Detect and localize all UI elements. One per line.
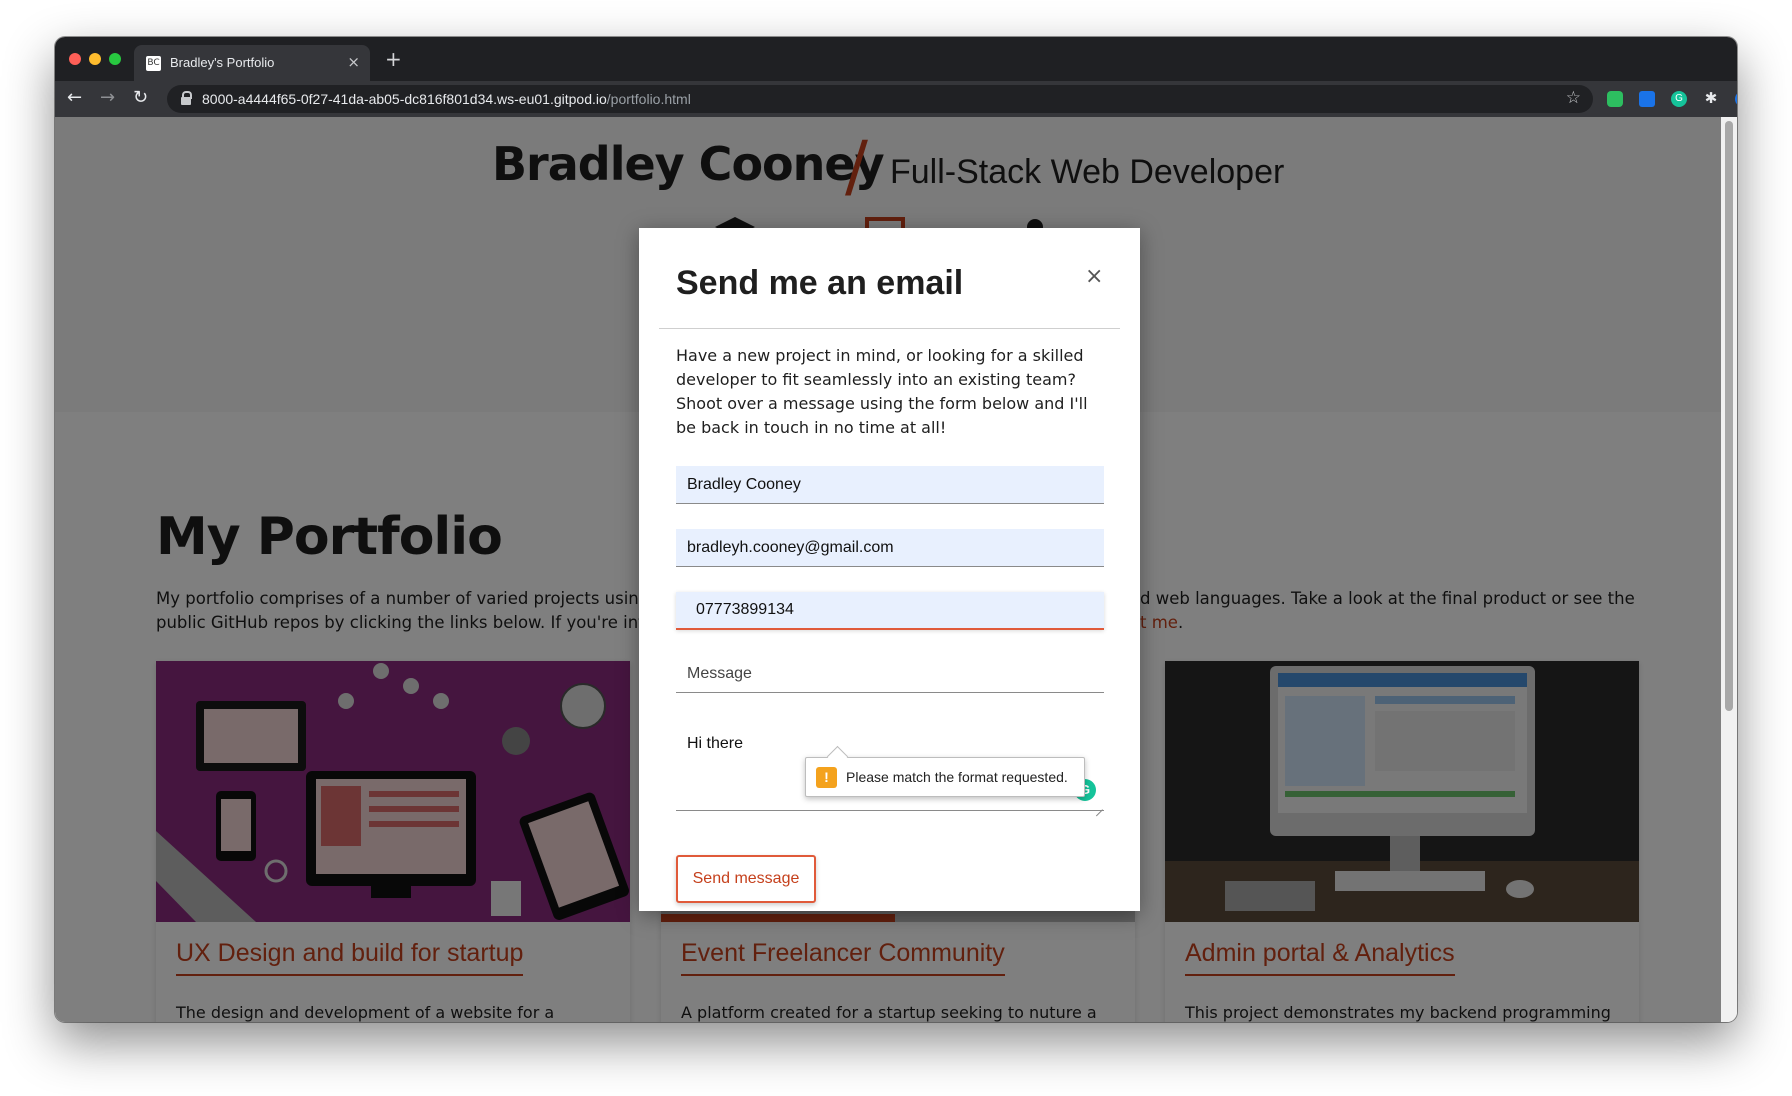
send-message-button[interactable]: Send message bbox=[676, 855, 816, 903]
reload-icon[interactable]: ↻ bbox=[133, 87, 148, 108]
validation-tooltip: ! Please match the format requested. bbox=[805, 757, 1085, 797]
name-field[interactable] bbox=[676, 466, 1104, 504]
favicon-icon: BC bbox=[146, 56, 161, 71]
message-subject-field[interactable] bbox=[676, 655, 1104, 693]
modal-title: Send me an email bbox=[676, 264, 964, 302]
tab-bar: BC Bradley's Portfolio × + bbox=[55, 37, 1737, 81]
browser-window: BC Bradley's Portfolio × + ← → ↻ 8000-a4… bbox=[55, 37, 1737, 1022]
maximize-window-button[interactable] bbox=[109, 53, 121, 65]
address-bar[interactable]: 8000-a4444f65-0f27-41da-ab05-dc816f801d3… bbox=[167, 85, 1593, 113]
lock-icon[interactable] bbox=[181, 91, 192, 105]
validation-message: Please match the format requested. bbox=[846, 769, 1068, 785]
resize-handle[interactable] bbox=[1093, 800, 1103, 810]
evernote-icon[interactable] bbox=[1607, 91, 1623, 107]
puzzle-icon[interactable]: ✱ bbox=[1703, 91, 1719, 107]
url-text[interactable]: 8000-a4444f65-0f27-41da-ab05-dc816f801d3… bbox=[202, 91, 691, 107]
profile-avatar[interactable]: B bbox=[1735, 91, 1737, 107]
email-modal: Send me an email × Have a new project in… bbox=[639, 228, 1140, 911]
minimize-window-button[interactable] bbox=[89, 53, 101, 65]
email-field[interactable] bbox=[676, 529, 1104, 567]
warning-icon: ! bbox=[816, 767, 837, 788]
close-window-button[interactable] bbox=[69, 53, 81, 65]
phone-field[interactable] bbox=[676, 592, 1104, 630]
new-tab-icon[interactable]: + bbox=[385, 47, 402, 71]
page-viewport: Bradley Cooney / Full-Stack Web Develope… bbox=[55, 117, 1721, 1022]
tab-title: Bradley's Portfolio bbox=[170, 55, 275, 70]
scrollbar-thumb[interactable] bbox=[1725, 121, 1733, 711]
bookmark-star-icon[interactable]: ☆ bbox=[1566, 88, 1581, 108]
browser-tab[interactable]: BC Bradley's Portfolio × bbox=[134, 45, 370, 81]
tab-close-icon[interactable]: × bbox=[347, 53, 360, 71]
modal-divider bbox=[659, 328, 1120, 329]
grammarly-icon[interactable]: G bbox=[1671, 91, 1687, 107]
forward-arrow-icon[interactable]: → bbox=[100, 87, 115, 108]
scrollbar[interactable] bbox=[1721, 117, 1737, 1022]
close-icon[interactable]: × bbox=[1085, 264, 1103, 289]
cube-icon[interactable] bbox=[1639, 91, 1655, 107]
browser-toolbar: ← → ↻ 8000-a4444f65-0f27-41da-ab05-dc816… bbox=[55, 81, 1737, 117]
back-arrow-icon[interactable]: ← bbox=[67, 87, 82, 108]
modal-intro-text: Have a new project in mind, or looking f… bbox=[676, 346, 1088, 437]
